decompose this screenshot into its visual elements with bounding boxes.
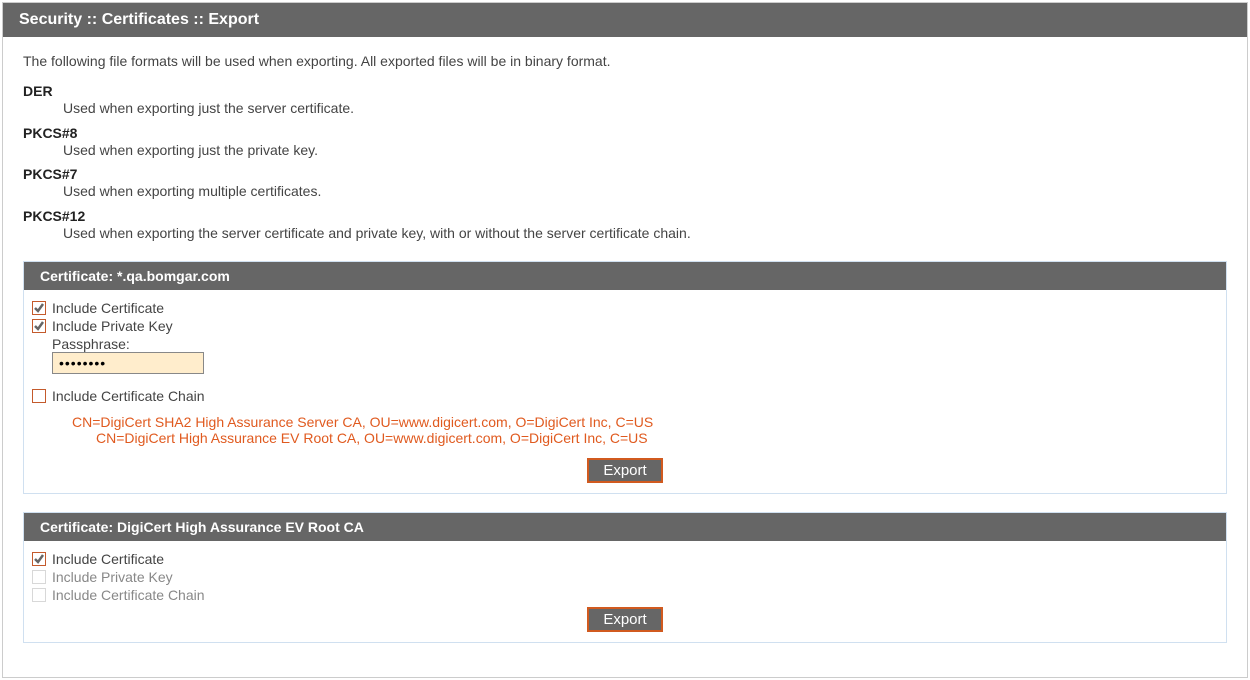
export-button-1[interactable]: Export [587,458,662,483]
page-title-bar: Security :: Certificates :: Export [3,3,1247,37]
certificate-panel-1-header: Certificate: *.qa.bomgar.com [24,262,1226,290]
include-certificate-chain-label: Include Certificate Chain [52,388,205,404]
format-der-label: DER [23,83,1227,99]
content-area: The following file formats will be used … [3,37,1247,677]
export-row-2: Export [32,607,1218,632]
include-certificate-checkbox[interactable] [32,301,46,315]
format-pkcs12-label: PKCS#12 [23,208,1227,224]
page-title: Security :: Certificates :: Export [19,11,259,28]
include-certificate-chain-row-2: Include Certificate Chain [32,587,1218,603]
passphrase-label: Passphrase: [52,336,1218,352]
include-private-key-row-2: Include Private Key [32,569,1218,585]
certificate-panel-1-body: Include Certificate Include Private Key … [24,290,1226,493]
include-private-key-label: Include Private Key [52,318,173,334]
certificate-panel-1: Certificate: *.qa.bomgar.com Include Cer… [23,261,1227,494]
include-private-key-checkbox-2 [32,570,46,584]
format-pkcs7-label: PKCS#7 [23,166,1227,182]
export-button-2[interactable]: Export [587,607,662,632]
certificate-chain-info: CN=DigiCert SHA2 High Assurance Server C… [72,414,1218,446]
include-certificate-chain-checkbox-2 [32,588,46,602]
format-pkcs7-desc: Used when exporting multiple certificate… [63,182,1227,202]
include-private-key-label-2: Include Private Key [52,569,173,585]
chain-entry-1: CN=DigiCert SHA2 High Assurance Server C… [72,414,1218,430]
certificate-panel-2-body: Include Certificate Include Private Key … [24,541,1226,642]
include-certificate-chain-label-2: Include Certificate Chain [52,587,205,603]
include-certificate-chain-checkbox[interactable] [32,389,46,403]
chain-entry-2: CN=DigiCert High Assurance EV Root CA, O… [96,430,1218,446]
include-certificate-label: Include Certificate [52,300,164,316]
format-pkcs12-desc: Used when exporting the server certifica… [63,224,1227,244]
intro-text: The following file formats will be used … [23,53,1227,69]
export-row-1: Export [32,458,1218,483]
format-der-desc: Used when exporting just the server cert… [63,99,1227,119]
checkmark-icon [33,553,45,565]
checkmark-icon [33,302,45,314]
include-certificate-chain-row: Include Certificate Chain [32,388,1218,404]
include-certificate-row: Include Certificate [32,300,1218,316]
include-certificate-row-2: Include Certificate [32,551,1218,567]
format-list: DER Used when exporting just the server … [23,83,1227,243]
include-certificate-label-2: Include Certificate [52,551,164,567]
passphrase-input[interactable] [52,352,204,374]
include-private-key-checkbox[interactable] [32,319,46,333]
passphrase-block: Passphrase: [52,336,1218,374]
certificate-panel-2: Certificate: DigiCert High Assurance EV … [23,512,1227,643]
format-pkcs8-desc: Used when exporting just the private key… [63,141,1227,161]
include-private-key-row: Include Private Key [32,318,1218,334]
page-container: Security :: Certificates :: Export The f… [2,2,1248,678]
format-pkcs8-label: PKCS#8 [23,125,1227,141]
certificate-panel-2-header: Certificate: DigiCert High Assurance EV … [24,513,1226,541]
checkmark-icon [33,320,45,332]
include-certificate-checkbox-2[interactable] [32,552,46,566]
